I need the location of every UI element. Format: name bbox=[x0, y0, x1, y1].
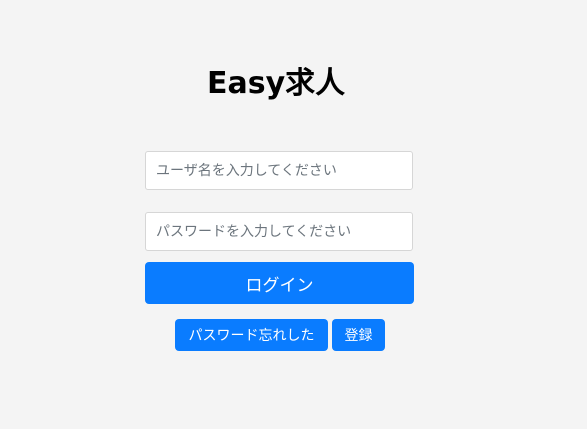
forgot-password-button[interactable]: パスワード忘れした bbox=[175, 319, 328, 351]
app-logo: Easy求人 bbox=[207, 66, 346, 101]
login-page: Easy求人 ログイン パスワード忘れした 登録 bbox=[0, 0, 587, 429]
password-input[interactable] bbox=[145, 212, 413, 251]
register-button[interactable]: 登録 bbox=[332, 319, 385, 351]
login-button[interactable]: ログイン bbox=[145, 262, 414, 304]
username-input[interactable] bbox=[145, 151, 413, 190]
